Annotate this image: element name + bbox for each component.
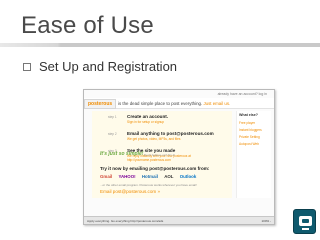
email-link[interactable]: Email post@posterous.com » bbox=[100, 189, 160, 194]
sidebar: What else? Free player Instant bloggers … bbox=[236, 111, 271, 198]
monitor-icon[interactable] bbox=[293, 209, 316, 234]
tagline: is the dead simple place to post everyth… bbox=[118, 101, 230, 106]
sidebar-link[interactable]: Autopost Web bbox=[239, 142, 259, 146]
service-logo[interactable]: Gmail bbox=[100, 174, 112, 179]
monitor-screen bbox=[299, 216, 312, 226]
sidebar-title: What else? bbox=[239, 113, 258, 117]
step-sub: We get photos, video, MP3s, and files bbox=[127, 137, 181, 141]
email-note: ...or the other email program. Posterous… bbox=[100, 183, 197, 187]
square-bullet-icon bbox=[23, 63, 31, 71]
login-link[interactable]: already have an account? log in bbox=[218, 92, 267, 96]
service-logo[interactable]: YAHOO! bbox=[118, 174, 135, 179]
step-heading: Email anything to post@posterous.com bbox=[127, 131, 214, 136]
monitor-stand bbox=[302, 228, 309, 230]
simple-note: Don't believe us? Try it! bbox=[144, 153, 176, 157]
step-heading: Create an account. bbox=[127, 114, 169, 119]
posterous-logo[interactable]: posterous bbox=[84, 99, 117, 109]
step-label: step 1 bbox=[108, 115, 117, 119]
simple-text: It's just so simple! bbox=[100, 151, 144, 157]
embedded-screenshot: already have an account? log in posterou… bbox=[83, 89, 275, 225]
sidebar-link[interactable]: Instant bloggers bbox=[239, 128, 262, 132]
status-text: Apply everything. Go everything http://p… bbox=[87, 219, 164, 223]
sidebar-link[interactable]: Private Setting bbox=[239, 135, 260, 139]
tagline-text: is the dead simple place to post everyth… bbox=[118, 101, 203, 106]
service-logo[interactable]: Hotmail bbox=[142, 174, 158, 179]
service-logo[interactable]: AOL bbox=[164, 174, 173, 179]
bullet-text: Set Up and Registration bbox=[39, 59, 178, 74]
service-logo[interactable]: Outlook bbox=[180, 174, 197, 179]
try-heading: Try it now by emailing post@posterous.co… bbox=[100, 166, 210, 171]
main-panel: step 1 Create an account. Sign in for se… bbox=[92, 111, 232, 198]
title-divider bbox=[0, 43, 320, 47]
tagline-highlight: Just email us. bbox=[203, 101, 231, 106]
email-services: Gmail YAHOO! Hotmail AOL Outlook bbox=[100, 173, 218, 180]
slide-title: Ease of Use bbox=[21, 12, 154, 39]
step-label: step 2 bbox=[108, 132, 117, 136]
browser-status-bar: Apply everything. Go everything http://p… bbox=[84, 216, 274, 224]
zoom-level[interactable]: 100% - bbox=[261, 219, 271, 223]
sidebar-link[interactable]: Free player bbox=[239, 121, 255, 125]
step-sub[interactable]: Sign in for setup or signup bbox=[127, 120, 164, 124]
